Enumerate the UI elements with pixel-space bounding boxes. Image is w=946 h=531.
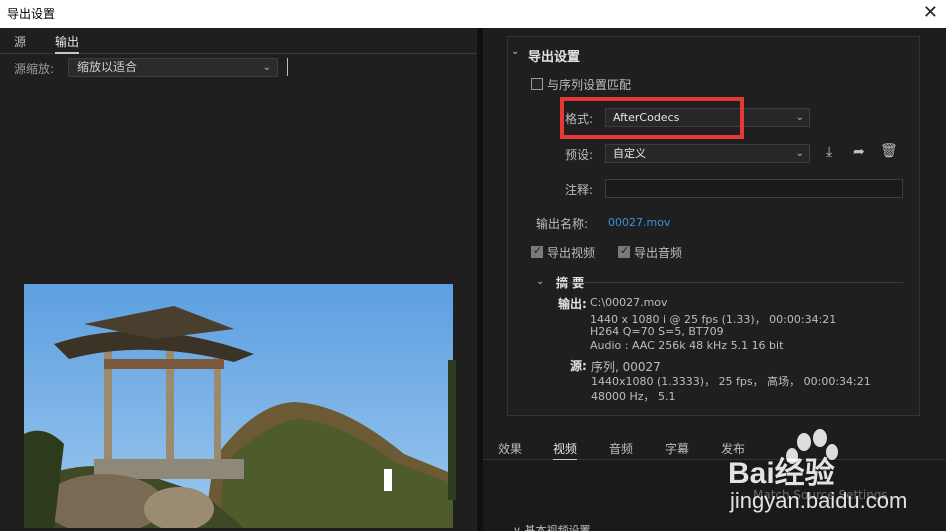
source-zoom-label: 源缩放: bbox=[14, 62, 55, 76]
preview-image bbox=[24, 284, 453, 528]
chevron-down-icon: ⌄ bbox=[795, 112, 804, 123]
summary-output-key: 输出: bbox=[558, 297, 587, 311]
preset-value: 自定义 bbox=[613, 147, 646, 160]
delete-preset-icon[interactable]: 🗑 bbox=[880, 143, 898, 159]
import-preset-icon[interactable]: ➦ bbox=[853, 144, 865, 160]
summary-output-line: C:\00027.mov bbox=[590, 296, 668, 309]
summary-divider bbox=[558, 282, 903, 283]
preview-tabs: 源 输出 bbox=[0, 28, 477, 54]
tab-captions[interactable]: 字幕 bbox=[665, 440, 689, 457]
watermark-url: jingyan.baidu.com bbox=[730, 488, 908, 513]
title-bar: 导出设置 ✕ bbox=[0, 0, 946, 28]
window-title: 导出设置 bbox=[7, 7, 56, 21]
summary-source-line: 1440x1080 (1.3333)， 25 fps， 高场， 00:00:34… bbox=[591, 375, 871, 388]
summary-source-line: 48000 Hz， 5.1 bbox=[591, 390, 676, 403]
output-name-link[interactable]: 00027.mov bbox=[608, 216, 670, 229]
timeline-marker[interactable] bbox=[287, 58, 288, 76]
preset-label: 预设: bbox=[565, 148, 594, 162]
export-settings-title: 导出设置 bbox=[528, 50, 581, 65]
preset-select[interactable]: 自定义 ⌄ bbox=[605, 144, 810, 163]
output-name-label: 输出名称: bbox=[536, 217, 589, 231]
comments-label: 注释: bbox=[565, 183, 594, 197]
video-preview-frame bbox=[24, 284, 453, 528]
preview-edge bbox=[448, 360, 456, 500]
chevron-down-icon: ⌄ bbox=[795, 148, 804, 159]
export-audio-checkbox[interactable] bbox=[618, 244, 630, 258]
export-video-checkbox[interactable] bbox=[531, 244, 543, 258]
tab-audio[interactable]: 音频 bbox=[609, 440, 633, 457]
watermark-brand: Bai经验 bbox=[728, 457, 835, 490]
comments-input[interactable] bbox=[605, 179, 903, 198]
match-sequence-checkbox[interactable] bbox=[531, 78, 543, 90]
highlight-box bbox=[560, 97, 744, 139]
save-preset-icon[interactable]: ⤓ bbox=[826, 144, 832, 160]
tab-source[interactable]: 源 bbox=[14, 33, 26, 50]
tab-video[interactable]: 视频 bbox=[553, 440, 578, 461]
chevron-down-icon[interactable]: ⌄ bbox=[536, 276, 544, 287]
basic-video-settings-header[interactable]: ∨ 基本视频设置 bbox=[513, 522, 591, 531]
preview-pane: 源 输出 源缩放: 缩放以适合 ⌄ bbox=[0, 28, 477, 531]
chevron-down-icon: ⌄ bbox=[262, 62, 271, 73]
export-video-label: 导出视频 bbox=[547, 246, 596, 260]
tab-output[interactable]: 输出 bbox=[55, 33, 80, 54]
export-audio-label: 导出音频 bbox=[634, 246, 683, 260]
summary-source-key: 源: bbox=[570, 359, 587, 373]
source-zoom-value: 缩放以适合 bbox=[77, 60, 138, 74]
tab-effects[interactable]: 效果 bbox=[498, 440, 522, 457]
chevron-down-icon[interactable]: ⌄ bbox=[511, 46, 519, 57]
close-icon[interactable]: ✕ bbox=[923, 2, 938, 24]
source-zoom-select[interactable]: 缩放以适合 ⌄ bbox=[68, 58, 278, 77]
match-sequence-label: 与序列设置匹配 bbox=[547, 78, 632, 92]
summary-output-line: Audio : AAC 256k 48 kHz 5.1 16 bit bbox=[590, 339, 784, 352]
summary-output-line: H264 Q=70 S=5, BT709 bbox=[590, 325, 724, 338]
